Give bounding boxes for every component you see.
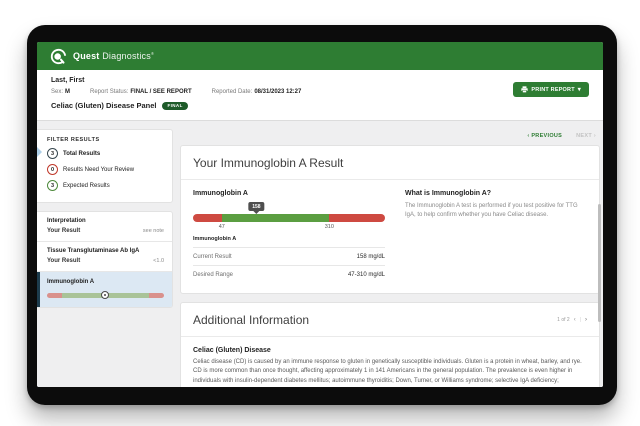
panel-title-row: Celiac (Gluten) Disease Panel FINAL xyxy=(51,101,589,110)
row-label: Current Result xyxy=(193,254,232,260)
stage: Quest Diagnostics® Last, First Sex:M Rep… xyxy=(0,0,640,426)
tablet-frame: Quest Diagnostics® Last, First Sex:M Rep… xyxy=(27,25,617,405)
disease-subtitle: Celiac (Gluten) Disease xyxy=(193,347,587,354)
total-results-count-badge: 3 xyxy=(47,148,58,159)
app-screen: Quest Diagnostics® Last, First Sex:M Rep… xyxy=(37,42,603,387)
next-result-link[interactable]: NEXT › xyxy=(576,133,596,139)
report-status: Report Status:FINAL / SEE REPORT xyxy=(90,89,192,95)
result-detail-card: Your Immunoglobin A Result Immunoglobin … xyxy=(180,145,600,294)
divider xyxy=(181,179,599,180)
result-card-columns: Immunoglobin A 158 47 310 xyxy=(193,190,587,283)
expected-results-count-badge: 3 xyxy=(47,180,58,191)
result-item-title: Tissue Transglutaminase Ab IgA xyxy=(47,248,164,254)
divider xyxy=(181,336,599,337)
patient-name: Last, First xyxy=(51,77,589,84)
filter-item-label: Expected Results xyxy=(63,183,110,189)
main-column: ‹ PREVIOUS NEXT › Your Immunoglobin A Re… xyxy=(180,121,600,387)
quest-diagnostics-logo-icon xyxy=(50,48,67,65)
patient-sex: Sex:M xyxy=(51,89,70,95)
brand-trademark: ® xyxy=(151,51,154,56)
result-pager: ‹ PREVIOUS NEXT › xyxy=(180,133,596,139)
final-status-badge: FINAL xyxy=(162,102,187,110)
need-review-count-badge: 0 xyxy=(47,164,58,175)
brand-bold: Quest xyxy=(73,51,100,61)
filter-item-label: Results Need Your Review xyxy=(63,167,134,173)
page-prev-icon[interactable]: ‹ xyxy=(574,317,576,323)
page-indicator: 1 of 2 xyxy=(557,317,570,323)
analyte-name: Immunoglobin A xyxy=(193,190,385,197)
current-result-row: Current Result 158 mg/dL xyxy=(193,247,385,265)
range-gauge: 158 xyxy=(193,214,385,222)
page-pager: 1 of 2 ‹ | › xyxy=(557,317,587,323)
gauge-column: Immunoglobin A 158 47 310 xyxy=(193,190,385,283)
result-card-title: Your Immunoglobin A Result xyxy=(193,156,587,170)
additional-information-card: Additional Information 1 of 2 ‹ | › Celi… xyxy=(180,302,600,387)
gauge-normal-zone xyxy=(222,214,330,222)
vertical-scrollbar[interactable] xyxy=(598,204,601,322)
row-value: 47-310 mg/dL xyxy=(348,272,385,278)
pager-separator: | xyxy=(580,317,581,323)
patient-meta-row: Sex:M Report Status:FINAL / SEE REPORT R… xyxy=(51,89,589,95)
gauge-caption: Immunoglobin A xyxy=(193,236,385,247)
result-item-ttg-iga[interactable]: Tissue Transglutaminase Ab IgA Your Resu… xyxy=(37,242,172,272)
result-item-interpretation[interactable]: Interpretation Your Result see note xyxy=(37,212,172,242)
gauge-high-tick: 310 xyxy=(325,224,334,230)
disease-paragraph-1: Celiac disease (CD) is caused by an immu… xyxy=(193,358,587,387)
sidebar: FILTER RESULTS 3 Total Results 0 Results… xyxy=(37,129,173,308)
printer-icon xyxy=(521,86,528,93)
filter-item-need-review[interactable]: 0 Results Need Your Review xyxy=(47,164,164,175)
panel-title: Celiac (Gluten) Disease Panel xyxy=(51,101,156,110)
filter-item-label: Total Results xyxy=(63,151,100,157)
gauge-result-marker: 158 xyxy=(249,202,264,211)
print-report-label: PRINT REPORT xyxy=(531,87,574,93)
results-list-card: Interpretation Your Result see note Tiss… xyxy=(37,211,173,308)
filter-item-expected-results[interactable]: 3 Expected Results xyxy=(47,180,164,191)
additional-info-title: Additional Information xyxy=(193,313,309,327)
info-column: What is Immunoglobin A? The Immunoglobin… xyxy=(405,190,587,283)
info-body: The Immunoglobin A test is performed if … xyxy=(405,202,587,221)
prev-arrow-icon: ‹ xyxy=(527,133,529,139)
previous-result-link[interactable]: ‹ PREVIOUS xyxy=(527,133,562,139)
brand-light: Diagnostics xyxy=(102,51,151,61)
filter-results-title: FILTER RESULTS xyxy=(47,137,164,143)
gauge-tick-labels: 47 310 xyxy=(193,222,385,231)
mini-gauge-marker-icon xyxy=(101,291,109,299)
app-header: Quest Diagnostics® xyxy=(37,42,603,70)
result-item-immunoglobin-a[interactable]: Immunoglobin A xyxy=(37,272,172,307)
row-value: 158 mg/dL xyxy=(357,254,385,260)
result-item-title: Immunoglobin A xyxy=(47,279,164,285)
info-title: What is Immunoglobin A? xyxy=(405,190,587,197)
additional-info-header: Additional Information 1 of 2 ‹ | › xyxy=(193,313,587,327)
print-report-button[interactable]: PRINT REPORT ▾ xyxy=(513,82,589,97)
gauge-low-tick: 47 xyxy=(219,224,225,230)
result-row-label: Your Result xyxy=(47,228,80,234)
filter-results-card: FILTER RESULTS 3 Total Results 0 Results… xyxy=(37,129,173,203)
page-next-icon[interactable]: › xyxy=(585,317,587,323)
result-item-row: Your Result see note xyxy=(47,228,164,234)
reported-date: Reported Date:08/31/2023 12:27 xyxy=(212,89,302,95)
chevron-down-icon: ▾ xyxy=(578,87,581,93)
brand-wordmark: Quest Diagnostics® xyxy=(73,51,154,61)
content-region: FILTER RESULTS 3 Total Results 0 Results… xyxy=(37,120,603,387)
next-arrow-icon: › xyxy=(594,133,596,139)
row-label: Desired Range xyxy=(193,272,233,278)
desired-range-row: Desired Range 47-310 mg/dL xyxy=(193,265,385,283)
result-row-value: <1.0 xyxy=(153,258,164,264)
result-row-value: see note xyxy=(143,228,164,234)
filter-item-total-results[interactable]: 3 Total Results xyxy=(47,148,164,159)
result-item-title: Interpretation xyxy=(47,218,164,224)
selected-filter-indicator-icon xyxy=(37,147,42,157)
mini-range-gauge xyxy=(47,293,164,298)
result-row-label: Your Result xyxy=(47,258,80,264)
patient-bar: Last, First Sex:M Report Status:FINAL / … xyxy=(37,70,603,120)
result-item-row: Your Result <1.0 xyxy=(47,258,164,264)
